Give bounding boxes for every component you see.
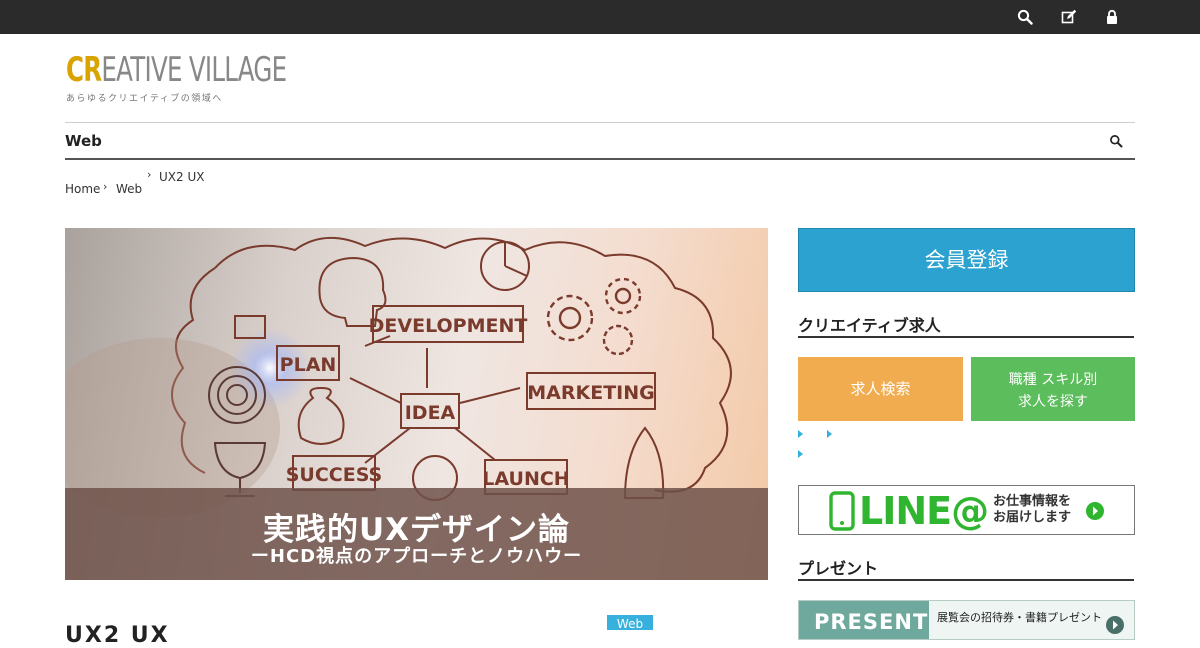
search-icon[interactable]: [1109, 134, 1123, 148]
job-category-line2: 求人を探す: [1018, 394, 1088, 410]
money-bag-icon: [297, 386, 345, 445]
hero-word-success: SUCCESS: [286, 464, 383, 486]
hero-word-plan: PLAN: [280, 354, 337, 376]
pie-chart-icon: [480, 241, 530, 291]
breadcrumb-current: UX2 UX: [159, 170, 205, 184]
bullet-arrow-icon: [798, 450, 803, 458]
lock-icon[interactable]: [1104, 9, 1120, 25]
gear-icon: [546, 277, 642, 356]
post-title: UX2 UX: [65, 623, 170, 648]
edit-icon[interactable]: [1061, 9, 1077, 25]
line-banner-text: お仕事情報を お届けします: [993, 494, 1072, 525]
logo-wordmark: CREATIVE VILLAGE: [66, 50, 287, 90]
flow-arrows: [349, 335, 521, 464]
hero-word-launch: LAUNCH: [482, 468, 569, 490]
job-category-button[interactable]: 職種 スキル別 求人を探す: [971, 357, 1135, 421]
hero-word-development: DEVELOPMENT: [369, 315, 528, 337]
arrow-circle-icon: [1086, 502, 1104, 520]
present-text: 展覧会の招待券・書籍プレゼント: [937, 611, 1102, 624]
sidebar-heading-present: プレゼント: [798, 561, 1134, 581]
bullet-arrow-icon: [798, 430, 803, 438]
line-wordmark: LINE@: [859, 489, 989, 533]
logo-tagline: あらゆるクリエイティブの領域へ: [66, 94, 223, 104]
sidebar-heading-jobs: クリエイティブ求人: [798, 318, 1134, 338]
hero-word-idea: IDEA: [405, 402, 456, 424]
register-button[interactable]: 会員登録: [798, 228, 1135, 292]
chevron-right-icon: ›: [147, 168, 152, 181]
hero-word-marketing: MARKETING: [527, 382, 654, 404]
category-bar: Web: [65, 122, 1135, 160]
present-banner[interactable]: PRESENT 展覧会の招待券・書籍プレゼント: [798, 600, 1135, 640]
present-label: PRESENT: [799, 601, 929, 639]
job-category-line1: 職種 スキル別: [1008, 372, 1098, 388]
bullet-arrow-icon: [827, 430, 832, 438]
job-search-button[interactable]: 求人検索: [798, 357, 963, 421]
category-tag[interactable]: Web: [607, 615, 653, 631]
breadcrumb-home[interactable]: Home: [65, 182, 100, 196]
smartphone-icon: [829, 491, 855, 531]
category-label[interactable]: Web: [65, 132, 102, 150]
line-banner[interactable]: LINE@ お仕事情報を お届けします: [798, 485, 1135, 535]
hero-image[interactable]: DEVELOPMENT PLAN IDEA MARKETING SUCCESS …: [65, 228, 768, 580]
hero-subtitle: ーHCD視点のアプローチとノウハウー: [250, 546, 583, 567]
breadcrumb-section[interactable]: Web: [116, 182, 142, 196]
arrow-circle-icon: [1106, 616, 1124, 634]
chevron-right-icon: ›: [103, 180, 108, 193]
top-bar: [0, 0, 1200, 34]
site-logo[interactable]: CREATIVE VILLAGE あらゆるクリエイティブの領域へ: [66, 50, 287, 104]
search-icon[interactable]: [1017, 9, 1033, 25]
